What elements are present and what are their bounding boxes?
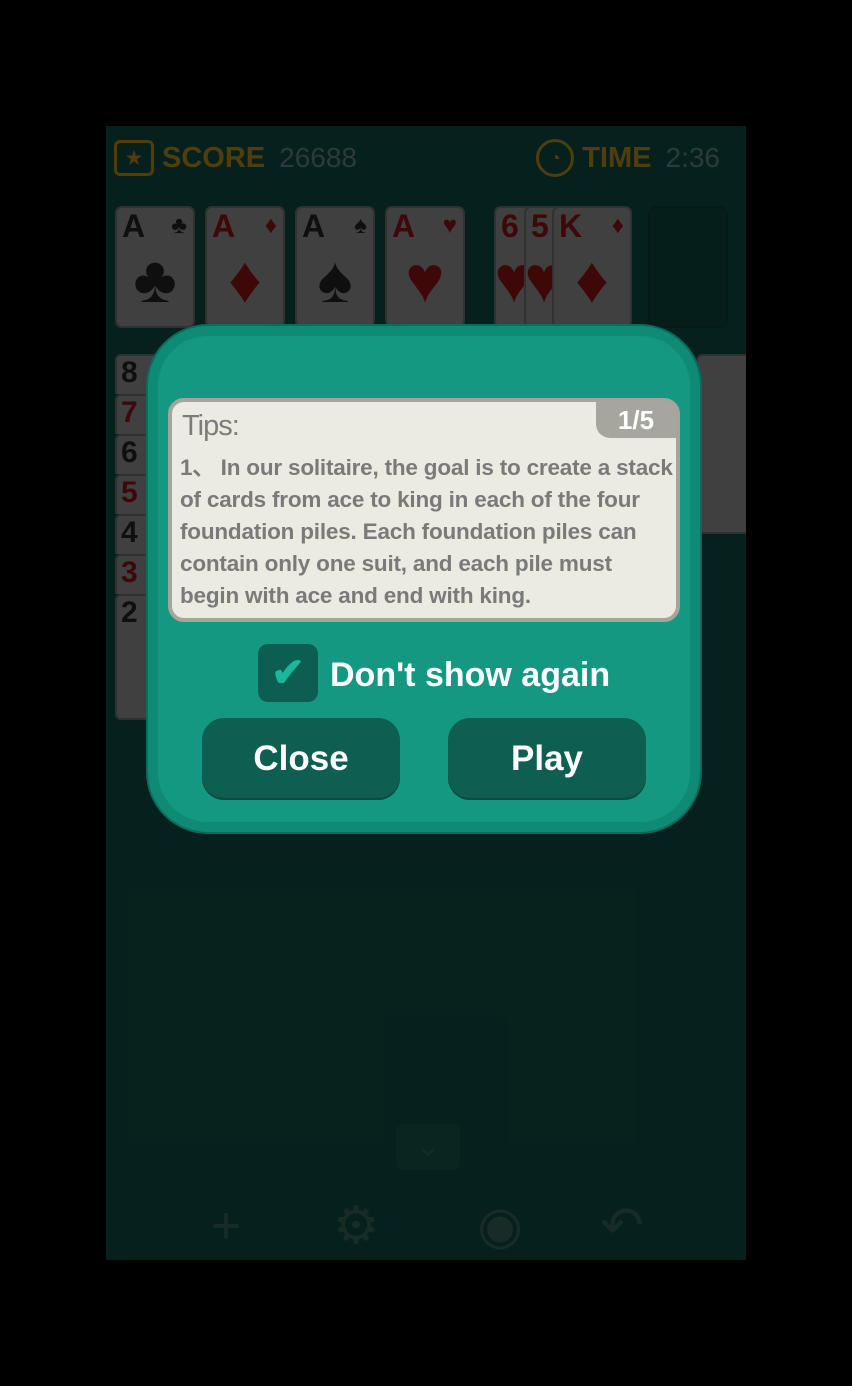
tips-title: Tips:: [182, 410, 240, 442]
close-button[interactable]: Close: [202, 718, 400, 800]
tips-text: 1、 In our solitaire, the goal is to crea…: [180, 455, 673, 608]
page-indicator: 1/5: [596, 402, 676, 438]
tips-dialog: Tips: 1/5 1、 In our solitaire, the goal …: [148, 326, 700, 832]
dont-show-again-label[interactable]: Don't show again: [330, 656, 610, 695]
tips-panel: Tips: 1/5 1、 In our solitaire, the goal …: [168, 398, 680, 622]
check-icon: ✔: [271, 651, 305, 695]
play-button[interactable]: Play: [448, 718, 646, 800]
dont-show-again-checkbox[interactable]: ✔: [258, 644, 318, 702]
